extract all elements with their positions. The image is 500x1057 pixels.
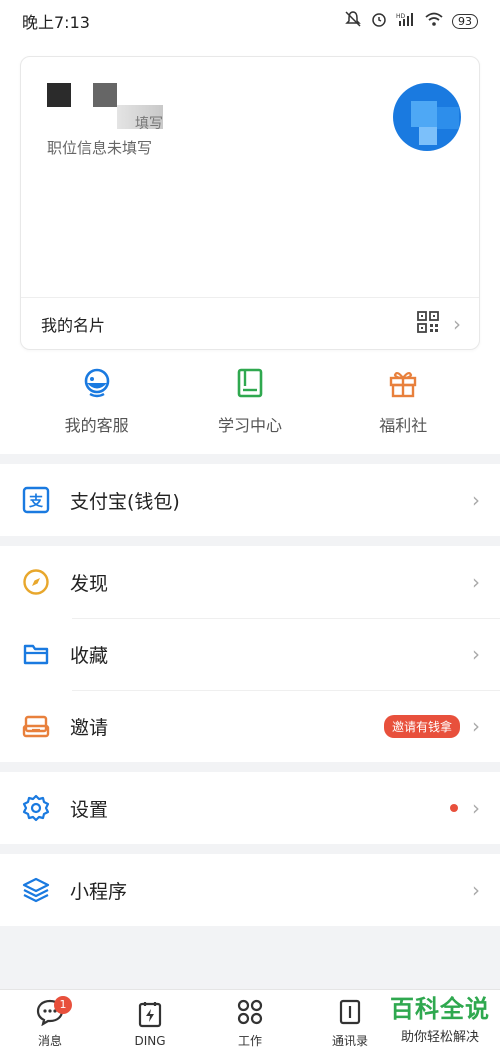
chevron-right-icon: › [472,796,480,820]
watermark-title: 百科全说 [390,995,490,1023]
qr-code-icon[interactable] [417,310,439,337]
book-icon [233,366,267,404]
job-info: 职位信息未填写 [47,139,153,157]
menu-label: 收藏 [70,644,109,667]
quick-label: 福利社 [379,416,428,435]
welfare-button[interactable]: 福利社 [343,366,463,436]
gear-icon [20,792,52,824]
watermark: 百科全说 助你轻松解决 [390,989,490,1045]
alarm-icon [370,10,388,32]
status-bar: 晚上7:13 HD 93 [0,0,500,42]
menu-label: 设置 [70,798,109,821]
chevron-right-icon: › [472,488,480,512]
wifi-icon [424,11,444,31]
menu-section-settings: 设置 › [0,772,500,844]
mute-icon [344,10,362,32]
quick-label: 学习中心 [217,416,282,435]
my-card-label: 我的名片 [41,315,106,335]
business-card[interactable]: 填写 职位信息未填写 我的名片 › [20,56,480,350]
alipay-icon: 支 [20,484,52,516]
company-info: 填写 [135,116,163,132]
menu-section-main: 发现 › 收藏 › 邀请 邀请有钱拿 › [0,546,500,762]
grid-icon [236,998,264,1030]
avatar-blur [47,83,71,107]
customer-service-button[interactable]: 我的客服 [37,366,157,436]
menu-label: 小程序 [70,880,128,903]
menu-item-favorites[interactable]: 收藏 › [0,618,500,690]
tab-label: 通讯录 [331,1034,368,1048]
tab-contacts[interactable]: 通讯录 [300,990,400,1057]
quick-label: 我的客服 [64,416,129,435]
compass-icon [20,566,52,598]
chevron-right-icon: › [472,878,480,902]
envelope-icon [20,710,52,742]
chevron-right-icon: › [472,714,480,738]
invite-badge: 邀请有钱拿 [383,714,460,738]
chevron-right-icon: › [472,570,480,594]
tab-work[interactable]: 工作 [200,990,300,1057]
menu-section-wallet: 支 支付宝(钱包) › [0,464,500,536]
layers-icon [20,874,52,906]
notification-dot [450,804,458,812]
quick-actions: 我的客服 学习中心 福利社 [20,366,480,436]
svg-text:支: 支 [28,493,44,510]
menu-item-discover[interactable]: 发现 › [0,546,500,618]
profile-area: 填写 职位信息未填写 我的名片 › 我的客服 学习中心 福利社 [0,42,500,454]
menu-item-invite[interactable]: 邀请 邀请有钱拿 › [0,690,500,762]
tab-label: 工作 [237,1034,262,1048]
battery-indicator: 93 [452,13,478,29]
menu-item-alipay[interactable]: 支 支付宝(钱包) › [0,464,500,536]
svg-text:HD: HD [396,13,406,20]
ding-icon [136,1000,164,1032]
gift-icon [386,366,420,404]
menu-section-miniapp: 小程序 › [0,854,500,926]
tab-ding[interactable]: DING [100,990,200,1057]
menu-item-miniapp[interactable]: 小程序 › [0,854,500,926]
tab-messages[interactable]: 1 消息 [0,990,100,1057]
status-time: 晚上7:13 [22,13,90,32]
menu-label: 支付宝(钱包) [70,490,180,513]
learning-center-button[interactable]: 学习中心 [190,366,310,436]
unread-badge: 1 [54,996,72,1014]
signal-icon: HD [396,11,416,31]
name-blur [93,83,117,107]
app-logo [391,81,463,153]
tab-label: DING [134,1033,166,1048]
menu-label: 邀请 [70,716,109,739]
menu-item-settings[interactable]: 设置 › [0,772,500,844]
contacts-icon [336,998,364,1030]
folder-icon [20,638,52,670]
chevron-right-icon: › [453,311,461,336]
headset-icon [80,366,114,404]
card-footer[interactable]: 我的名片 › [21,297,479,349]
tab-label: 消息 [37,1034,62,1048]
watermark-subtitle: 助你轻松解决 [400,1030,479,1045]
chevron-right-icon: › [472,642,480,666]
menu-label: 发现 [70,572,109,595]
